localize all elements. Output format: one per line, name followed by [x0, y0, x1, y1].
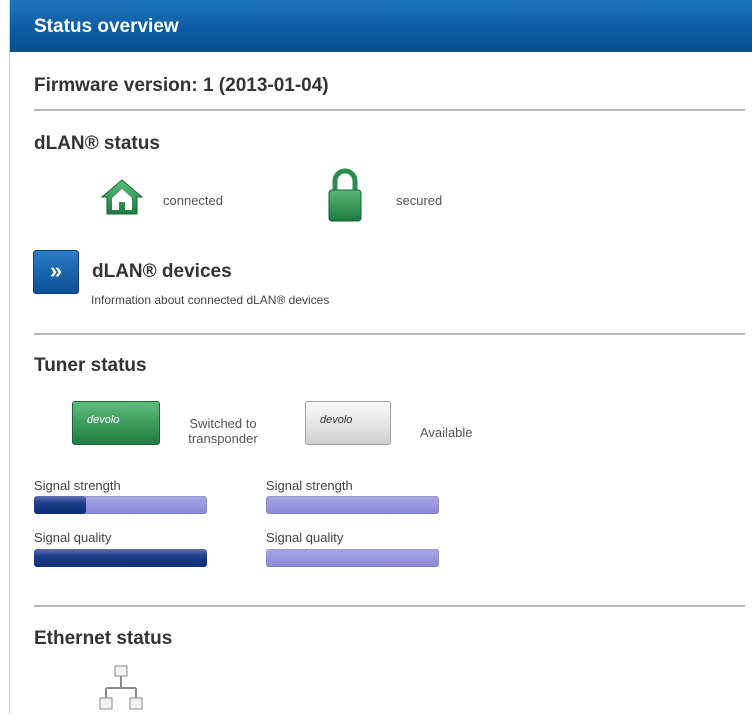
tuner1-signal-strength-fill [34, 496, 86, 514]
tuner2-signal-strength-label: Signal strength [266, 478, 353, 493]
tuner1-signal-quality-fill [34, 549, 207, 567]
house-icon [99, 178, 145, 216]
double-chevron-right-icon: » [49, 258, 63, 283]
tuner2-signal-quality-label: Signal quality [266, 530, 344, 545]
tuner2-status-label: Available [420, 425, 473, 440]
tuner2-signal-quality-bar [266, 549, 439, 567]
status-page: Status overview Firmware version: 1 (201… [0, 0, 752, 714]
dlan-devices-description: Information about connected dLAN® device… [91, 293, 330, 307]
left-border [9, 0, 10, 714]
tuner2-signal-strength-bar [266, 496, 439, 514]
tuner1-signal-strength-bar [34, 496, 207, 514]
secured-label: secured [396, 193, 443, 208]
status-overview-header: Status overview [10, 0, 752, 52]
devolo-stick-green-icon: devolo [72, 401, 160, 445]
tuner1-signal-strength-label: Signal strength [34, 478, 121, 493]
divider [34, 605, 745, 607]
stick-logo: devolo [87, 414, 120, 426]
dlan-devices-button[interactable]: » [33, 250, 79, 294]
firmware-version: Firmware version: 1 (2013-01-04) [34, 75, 329, 96]
tuner1-status-label: Switched to transponder [188, 416, 258, 446]
lock-icon [327, 167, 363, 223]
dlan-devices-title[interactable]: dLAN® devices [92, 261, 232, 283]
tuner1-signal-quality-label: Signal quality [34, 530, 112, 545]
devolo-stick-grey-icon: devolo [305, 401, 391, 445]
network-icon [97, 664, 147, 714]
tuner-status-title: Tuner status [34, 355, 147, 376]
dlan-status-title: dLAN® status [34, 133, 160, 154]
stick-logo: devolo [320, 414, 353, 426]
page-title: Status overview [34, 16, 179, 37]
connected-label: connected [163, 193, 223, 208]
tuner1-signal-quality-bar [34, 549, 207, 567]
ethernet-status-title: Ethernet status [34, 628, 173, 649]
divider [34, 333, 745, 335]
divider [34, 109, 745, 111]
